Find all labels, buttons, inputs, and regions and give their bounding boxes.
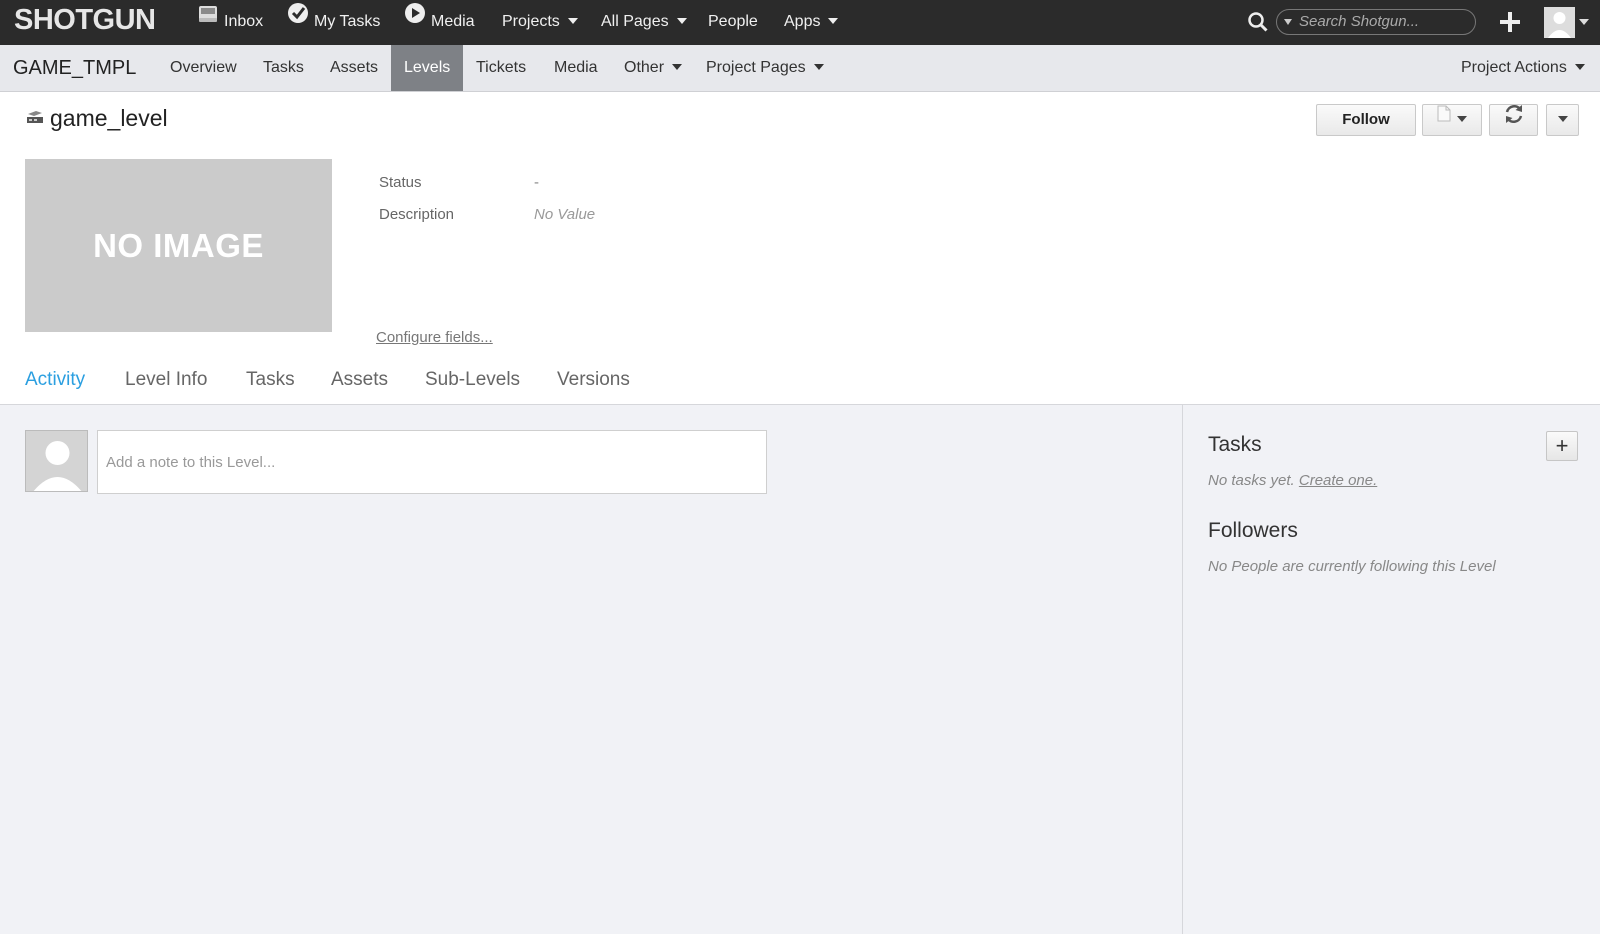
- chevron-down-icon: [672, 63, 683, 70]
- chevron-down-icon: [813, 63, 824, 70]
- description-label: Description: [379, 206, 455, 223]
- tab-sub-levels[interactable]: Sub-Levels: [425, 369, 520, 391]
- project-tab-levels[interactable]: Levels: [391, 45, 463, 91]
- nav-media[interactable]: Media: [404, 0, 475, 45]
- project-name[interactable]: GAME_TMPL: [13, 45, 136, 91]
- chevron-down-icon: [1557, 116, 1568, 123]
- project-tab-overview[interactable]: Overview: [157, 45, 250, 91]
- followers-empty-message: No People are currently following this L…: [1208, 558, 1496, 575]
- chevron-down-icon: [567, 17, 578, 24]
- nav-apps-label: Apps: [784, 13, 821, 30]
- description-value[interactable]: No Value: [534, 206, 595, 223]
- project-tab-tasks[interactable]: Tasks: [250, 45, 317, 91]
- status-label: Status: [379, 174, 422, 191]
- inbox-icon: [197, 0, 219, 41]
- nav-projects[interactable]: Projects: [502, 0, 578, 45]
- search-input[interactable]: Search Shotgun...: [1276, 9, 1476, 35]
- shotgun-logo[interactable]: SHOTGUN: [14, 4, 156, 37]
- add-task-button[interactable]: +: [1546, 431, 1578, 461]
- project-navigation-bar: GAME_TMPL Overview Tasks Assets Levels T…: [0, 45, 1600, 92]
- nav-people-label: People: [708, 13, 758, 30]
- nav-all-pages-label: All Pages: [601, 13, 669, 30]
- status-value[interactable]: -: [534, 174, 539, 191]
- create-task-link[interactable]: Create one.: [1299, 472, 1377, 489]
- project-tab-assets[interactable]: Assets: [317, 45, 391, 91]
- user-avatar-menu[interactable]: [1544, 7, 1590, 43]
- right-sidebar: Tasks + No tasks yet. Create one. Follow…: [1184, 405, 1600, 934]
- nav-projects-label: Projects: [502, 13, 560, 30]
- project-tab-other-label: Other: [624, 59, 665, 76]
- search-icon[interactable]: [1247, 11, 1269, 38]
- project-actions-menu[interactable]: Project Actions: [1448, 45, 1598, 91]
- play-icon: [404, 0, 426, 41]
- chevron-down-icon: [676, 17, 687, 24]
- nav-all-pages[interactable]: All Pages: [601, 0, 687, 45]
- project-tab-tickets[interactable]: Tickets: [463, 45, 539, 91]
- add-icon[interactable]: [1498, 10, 1522, 39]
- tasks-heading: Tasks: [1208, 433, 1262, 456]
- entity-title-text: game_level: [50, 105, 168, 131]
- entity-title: game_level: [26, 105, 168, 133]
- document-menu-button[interactable]: [1422, 104, 1482, 136]
- tab-activity[interactable]: Activity: [25, 369, 85, 391]
- project-actions-label: Project Actions: [1461, 59, 1567, 76]
- entity-header: game_level Follow NO IMAGE Status - Desc…: [0, 92, 1600, 405]
- thumbnail-placeholder[interactable]: NO IMAGE: [25, 159, 332, 332]
- tasks-empty-text: No tasks yet.: [1208, 472, 1295, 489]
- document-icon: [1437, 103, 1451, 133]
- chevron-down-icon: [828, 17, 839, 24]
- avatar: [25, 430, 88, 492]
- chevron-down-icon: [1457, 116, 1467, 123]
- project-tab-media[interactable]: Media: [541, 45, 611, 91]
- tab-versions[interactable]: Versions: [557, 369, 630, 391]
- note-input[interactable]: [97, 430, 767, 494]
- nav-apps[interactable]: Apps: [784, 0, 839, 45]
- project-tab-project-pages-label: Project Pages: [706, 59, 806, 76]
- follow-button[interactable]: Follow: [1316, 104, 1416, 136]
- configure-fields-link[interactable]: Configure fields...: [376, 329, 493, 346]
- tab-tasks[interactable]: Tasks: [246, 369, 295, 391]
- nav-my-tasks-label: My Tasks: [314, 13, 381, 30]
- activity-panel: [0, 405, 1183, 934]
- checkmark-icon: [287, 0, 309, 41]
- search-placeholder: Search Shotgun...: [1299, 13, 1420, 30]
- nav-inbox[interactable]: Inbox: [197, 0, 263, 45]
- tab-level-info[interactable]: Level Info: [125, 369, 207, 391]
- nav-my-tasks[interactable]: My Tasks: [287, 0, 380, 45]
- top-navigation-bar: SHOTGUN Inbox My Tasks Media Projects Al…: [0, 0, 1600, 45]
- refresh-icon: [1503, 103, 1525, 136]
- chevron-down-icon: [1574, 63, 1585, 70]
- search-scope-dropdown-icon[interactable]: [1284, 19, 1292, 25]
- nav-people[interactable]: People: [708, 0, 758, 45]
- tasks-empty-message: No tasks yet. Create one.: [1208, 472, 1377, 489]
- more-actions-button[interactable]: [1546, 104, 1579, 136]
- followers-heading: Followers: [1208, 519, 1298, 542]
- refresh-button[interactable]: [1489, 104, 1538, 136]
- project-tab-project-pages[interactable]: Project Pages: [693, 45, 837, 91]
- nav-media-label: Media: [431, 13, 475, 30]
- project-tab-other[interactable]: Other: [611, 45, 695, 91]
- level-icon: [26, 104, 44, 131]
- nav-inbox-label: Inbox: [224, 13, 264, 30]
- tab-assets[interactable]: Assets: [331, 369, 388, 391]
